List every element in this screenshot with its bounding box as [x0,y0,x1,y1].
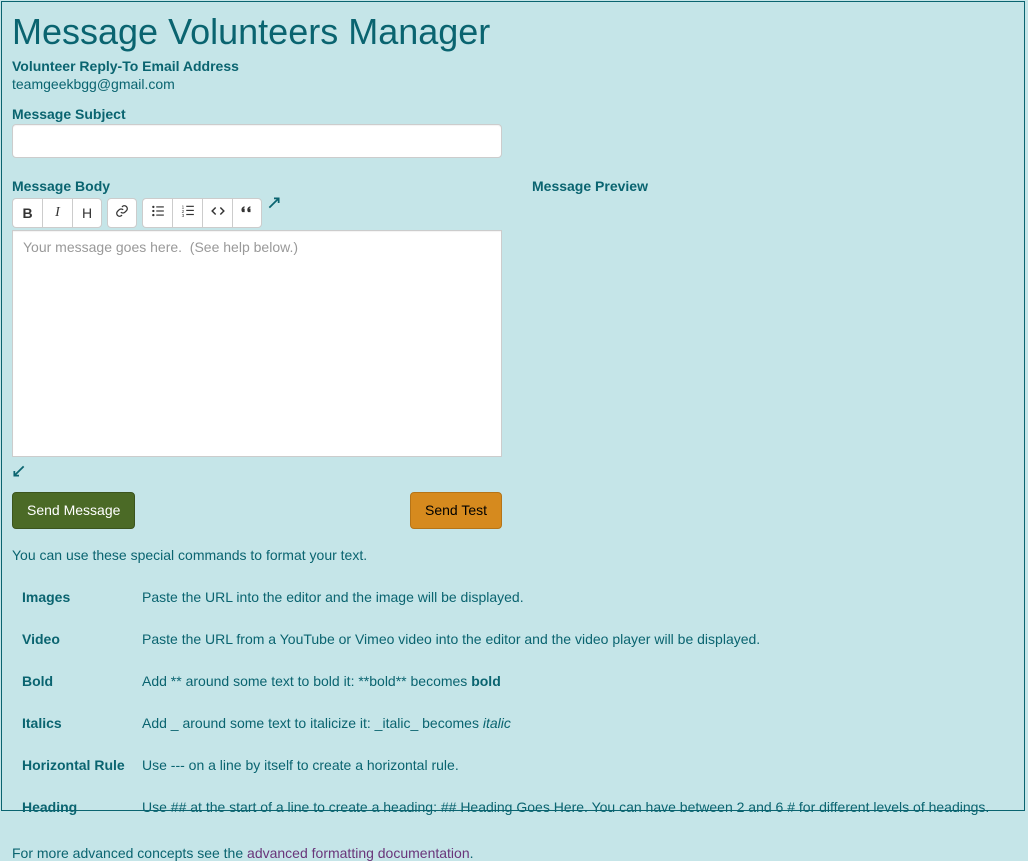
help-desc: Paste the URL into the editor and the im… [142,589,524,605]
heading-button[interactable]: H [72,198,102,228]
subject-label: Message Subject [12,106,1014,122]
help-footer-pre: For more advanced concepts see the [12,845,247,861]
help-key: Bold [22,673,142,689]
bold-button[interactable]: B [12,198,42,228]
page-title: Message Volunteers Manager [12,12,1014,52]
code-icon [211,204,225,221]
help-key: Horizontal Rule [22,757,142,773]
editor-toolbar: B I H [12,198,502,228]
help-desc: Add ** around some text to bold it: **bo… [142,673,501,689]
help-row-bold: Bold Add ** around some text to bold it:… [12,665,1014,697]
send-test-button[interactable]: Send Test [410,492,502,530]
body-label: Message Body [12,178,502,194]
unordered-list-button[interactable] [142,198,172,228]
ordered-list-button[interactable]: 1 2 3 [172,198,202,228]
help-footer: For more advanced concepts see the advan… [12,845,1014,861]
help-key: Video [22,631,142,647]
help-footer-post: . [470,845,474,861]
help-desc-text: Add _ around some text to italicize it: … [142,715,483,731]
help-row-video: Video Paste the URL from a YouTube or Vi… [12,623,1014,655]
reply-to-label: Volunteer Reply-To Email Address [12,58,1014,74]
list-ol-icon: 1 2 3 [181,204,195,221]
help-intro: You can use these special commands to fo… [12,547,1014,563]
help-key: Italics [22,715,142,731]
help-desc-text: Add ** around some text to bold it: **bo… [142,673,471,689]
help-desc-italic: italic [483,715,511,731]
help-row-italics: Italics Add _ around some text to italic… [12,707,1014,739]
quote-button[interactable] [232,198,262,228]
message-body-textarea[interactable] [12,230,502,457]
help-row-heading: Heading Use ## at the start of a line to… [12,791,1014,823]
send-message-button[interactable]: Send Message [12,492,135,530]
help-desc: Use ## at the start of a line to create … [142,799,989,815]
advanced-formatting-link[interactable]: advanced formatting documentation [247,845,470,861]
help-desc: Add _ around some text to italicize it: … [142,715,511,731]
help-key: Images [22,589,142,605]
subject-input[interactable] [12,124,502,158]
help-row-hr: Horizontal Rule Use --- on a line by its… [12,749,1014,781]
code-button[interactable] [202,198,232,228]
preview-label: Message Preview [532,178,1014,194]
quote-icon [240,204,254,221]
reply-to-value: teamgeekbgg@gmail.com [12,76,1014,92]
help-desc: Paste the URL from a YouTube or Vimeo vi… [142,631,760,647]
help-key: Heading [22,799,142,815]
expand-editor-toggle[interactable] [267,196,281,210]
link-button[interactable] [107,198,137,228]
italic-button[interactable]: I [42,198,72,228]
link-icon [115,204,129,221]
svg-text:3: 3 [181,213,184,218]
collapse-editor-toggle[interactable] [12,464,26,478]
help-table: Images Paste the URL into the editor and… [12,581,1014,823]
help-row-images: Images Paste the URL into the editor and… [12,581,1014,613]
help-desc-bold: bold [471,673,501,689]
help-desc: Use --- on a line by itself to create a … [142,757,459,773]
message-volunteers-panel: Message Volunteers Manager Volunteer Rep… [1,1,1025,811]
list-ul-icon [151,204,165,221]
